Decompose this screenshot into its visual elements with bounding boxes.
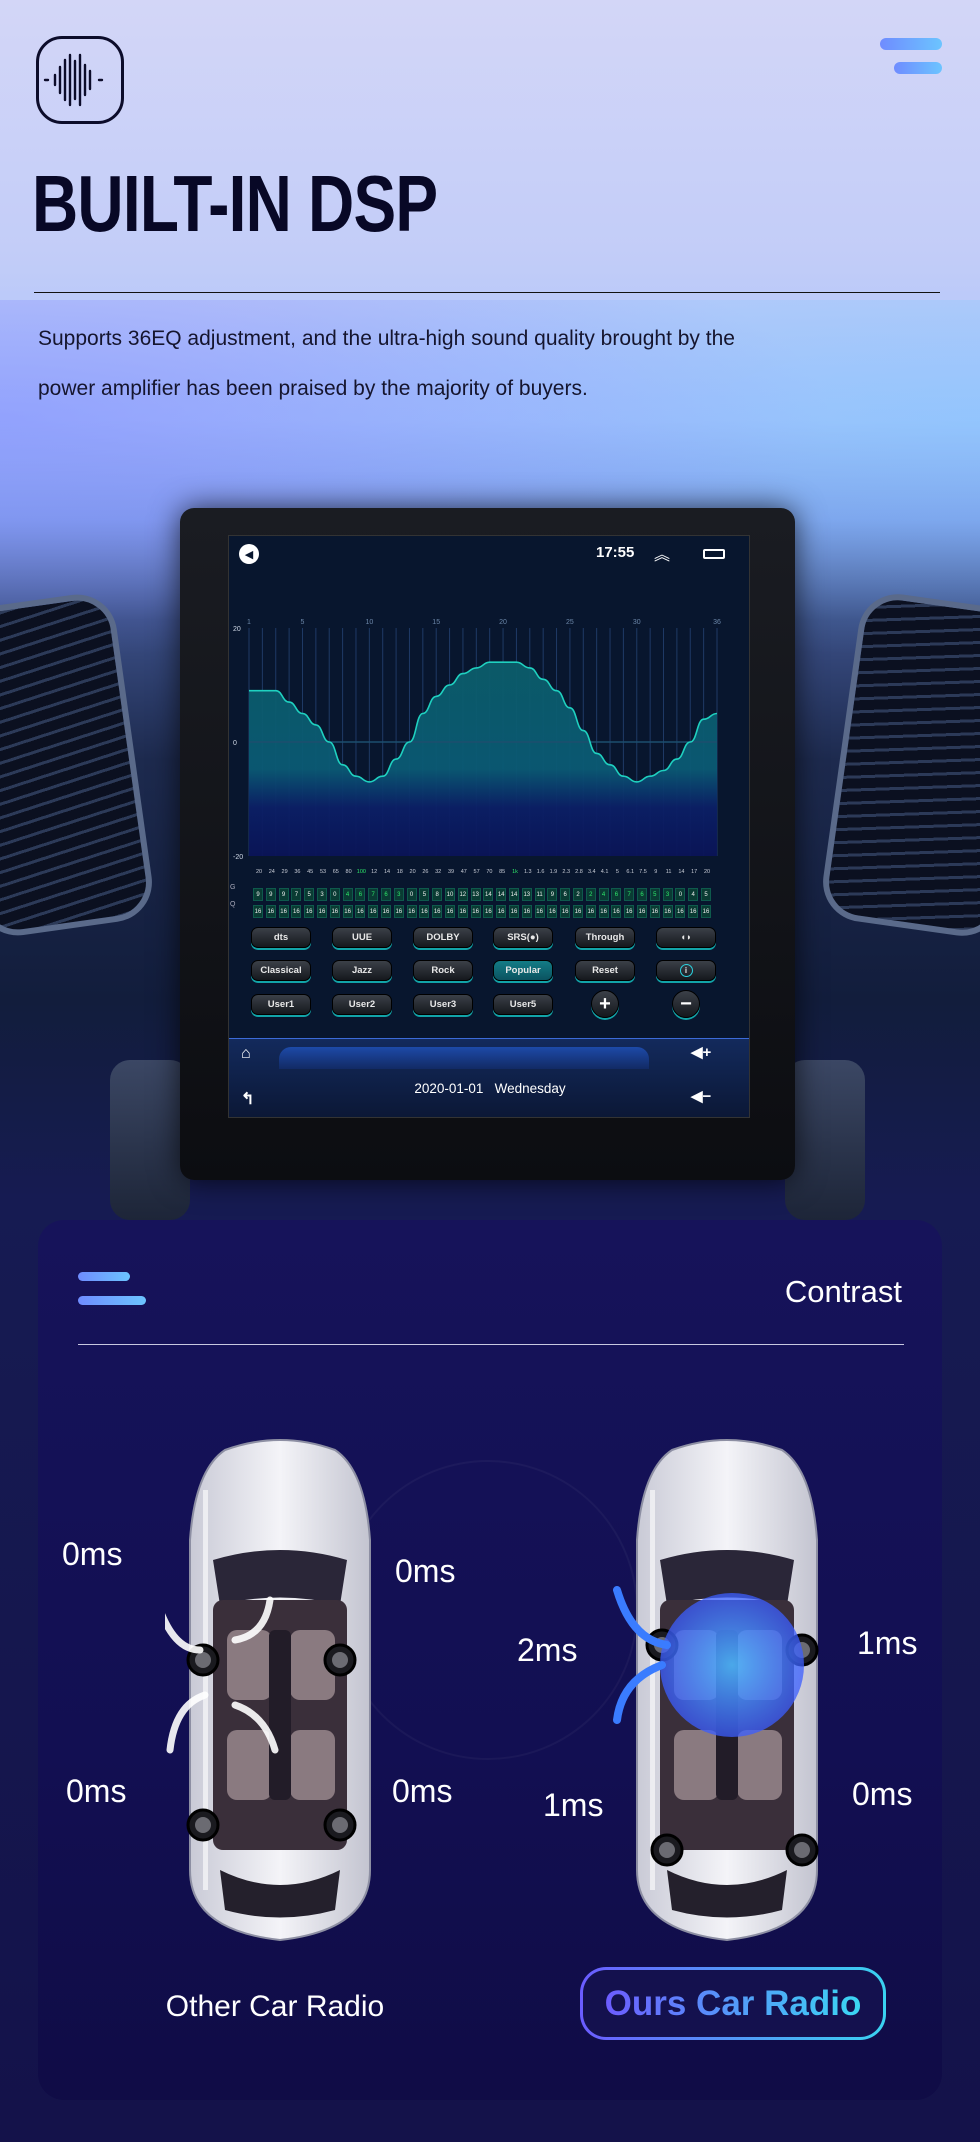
preset-dolby-button[interactable]: DOLBY — [413, 927, 473, 948]
volume-down-icon[interactable]: ◀− — [691, 1087, 711, 1105]
date-display: 2020-01-01 Wednesday — [229, 1081, 749, 1096]
sound-focus-glow — [660, 1593, 804, 1737]
info-icon[interactable]: i — [656, 960, 716, 981]
button-label: dts — [273, 932, 289, 943]
seat — [674, 1730, 719, 1800]
contrast-title: Contrast — [784, 1274, 902, 1309]
button-label: + — [599, 992, 611, 1015]
volume-up-icon[interactable]: ◀+ — [691, 1043, 711, 1061]
hamburger-menu-icon-bar — [78, 1296, 146, 1305]
car-other-image — [165, 1439, 371, 1942]
dashboard-panel-right — [785, 1060, 865, 1220]
preset-dts-button[interactable]: dts — [251, 927, 311, 948]
preset-user2-button[interactable]: User2 — [332, 994, 392, 1015]
delay-ours-front-left: 2ms — [517, 1632, 578, 1668]
date: 2020-01-01 — [414, 1081, 484, 1096]
seat — [227, 1730, 272, 1800]
description-line-2: power amplifier has been praised by the … — [38, 377, 588, 400]
description-line-1: Supports 36EQ adjustment, and the ultra-… — [38, 327, 735, 350]
preset-classical-button[interactable]: Classical — [251, 960, 311, 981]
speaker-cone — [195, 1652, 211, 1668]
sound-wave-icon — [36, 36, 124, 124]
delay-ours-rear-right: 0ms — [852, 1776, 913, 1812]
head-unit-screen: ◀ 17:55 ︽ 1 5 10 15 20 25 30 36 20 0 -20 G Q 20 24 29 3… — [228, 535, 750, 1118]
button-label: User2 — [348, 999, 376, 1010]
preset-user3-button[interactable]: User3 — [413, 994, 473, 1015]
button-label: User3 — [429, 999, 457, 1010]
center-console — [269, 1630, 291, 1800]
preset-user1-button[interactable]: User1 — [251, 994, 311, 1015]
preset-user5-button[interactable]: User5 — [493, 994, 553, 1015]
windshield — [213, 1550, 347, 1605]
speaker-balance-icon[interactable]: ◖◗ — [656, 927, 716, 948]
speaker-cone — [332, 1817, 348, 1833]
hamburger-menu-icon[interactable] — [78, 1272, 130, 1281]
car-ours-image — [613, 1439, 819, 1942]
other-car-radio-label: Other Car Radio — [165, 1990, 385, 2023]
button-label: User1 — [267, 999, 295, 1010]
button-label: UUE — [351, 932, 373, 943]
button-label: Jazz — [351, 965, 373, 976]
bottom-bar: ⌂ ↰ 2020-01-01 Wednesday ◀+ ◀− — [229, 1038, 749, 1117]
preset-reset-button[interactable]: Reset — [575, 960, 635, 981]
button-label: Reset — [592, 965, 618, 976]
speaker-cone — [195, 1817, 211, 1833]
plus-icon[interactable]: + — [591, 990, 619, 1018]
preset-through-button[interactable]: Through — [575, 927, 635, 948]
speaker-cone — [794, 1842, 810, 1858]
page-title: BUILT-IN DSP — [32, 159, 438, 248]
speaker-cone — [659, 1842, 675, 1858]
delay-other-front-right: 0ms — [395, 1553, 456, 1589]
button-label: User5 — [509, 999, 537, 1010]
seat — [737, 1730, 782, 1800]
button-label: − — [680, 992, 692, 1015]
preset-srs-button[interactable]: SRS(●) — [493, 927, 553, 948]
button-label: i — [679, 964, 693, 977]
dashboard-panel-left — [110, 1060, 190, 1220]
seat — [290, 1730, 335, 1800]
ours-car-radio-label: Ours Car Radio — [604, 1983, 862, 2023]
preset-uue-button[interactable]: UUE — [332, 927, 392, 948]
divider — [34, 292, 940, 293]
ours-car-radio-button[interactable]: Ours Car Radio — [580, 1967, 886, 2040]
body-highlight — [650, 1490, 655, 1890]
button-label: SRS(●) — [507, 932, 539, 943]
delay-ours-front-right: 1ms — [857, 1625, 918, 1661]
preset-jazz-button[interactable]: Jazz — [332, 960, 392, 981]
bottom-bar-highlight — [279, 1047, 649, 1069]
delay-other-front-left: 0ms — [62, 1536, 123, 1572]
hamburger-menu-icon[interactable] — [880, 36, 944, 76]
minus-icon[interactable]: − — [672, 990, 700, 1018]
speaker-cone — [332, 1652, 348, 1668]
button-label: Rock — [431, 965, 455, 976]
preset-rock-button[interactable]: Rock — [413, 960, 473, 981]
eq-preset-buttons: dts UUE DOLBY SRS(●) Through ◖◗ Classical Jazz R… — [229, 536, 749, 1036]
divider — [78, 1344, 904, 1345]
button-label: Popular — [505, 965, 541, 976]
button-label: DOLBY — [426, 932, 460, 943]
weekday: Wednesday — [494, 1081, 566, 1096]
button-label: Through — [585, 932, 625, 943]
delay-other-rear-right: 0ms — [392, 1773, 453, 1809]
delay-ours-rear-left: 1ms — [543, 1787, 604, 1823]
delay-other-rear-left: 0ms — [66, 1773, 127, 1809]
home-icon[interactable]: ⌂ — [241, 1045, 251, 1063]
button-label: ◖◗ — [680, 932, 692, 943]
button-label: Classical — [260, 965, 302, 976]
preset-popular-button[interactable]: Popular — [493, 960, 553, 981]
